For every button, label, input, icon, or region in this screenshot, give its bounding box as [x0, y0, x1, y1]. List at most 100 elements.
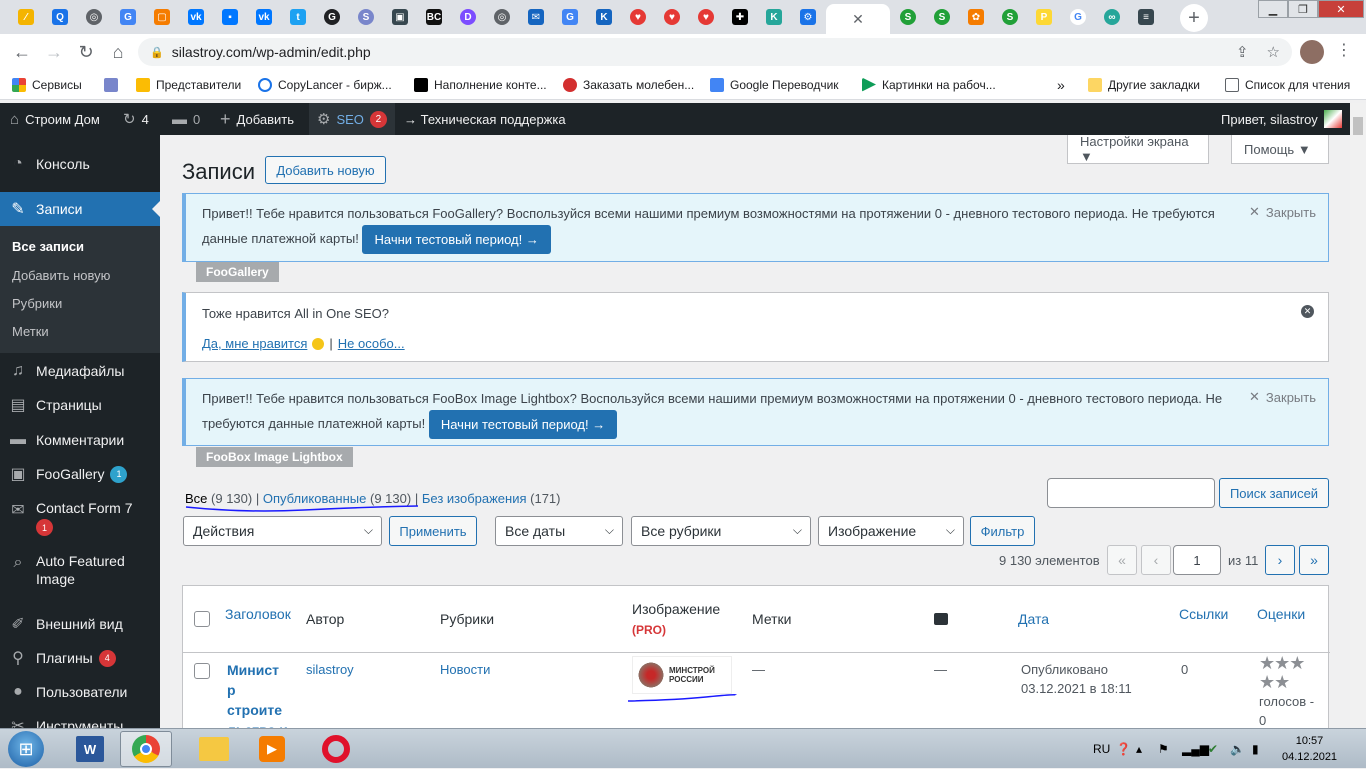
yes-link[interactable]: Да, мне нравится: [202, 332, 307, 355]
volume-icon[interactable]: 🔈: [1230, 729, 1245, 769]
tray-flag-icon[interactable]: ⚑: [1158, 729, 1169, 769]
forward-button[interactable]: →: [42, 40, 66, 64]
menu-foogallery[interactable]: ▣ FooGallery 1: [0, 457, 160, 491]
battery-icon[interactable]: ▮: [1252, 729, 1259, 769]
tab[interactable]: ♥: [690, 4, 722, 30]
tab[interactable]: ◎: [78, 4, 110, 30]
prev-page-button[interactable]: ‹: [1141, 545, 1171, 575]
post-author-link[interactable]: silastroy: [306, 660, 354, 679]
account-menu[interactable]: Привет, silastroy: [1221, 103, 1342, 135]
first-page-button[interactable]: «: [1107, 545, 1137, 575]
bookmark-item[interactable]: Наполнение конте...: [414, 77, 547, 92]
reload-button[interactable]: ↻: [74, 40, 98, 64]
row-checkbox[interactable]: [194, 663, 210, 679]
trial-button[interactable]: Начни тестовый период! →: [428, 410, 618, 439]
page-scrollbar[interactable]: [1350, 103, 1366, 728]
tab[interactable]: ▣: [384, 4, 416, 30]
menu-contact-form[interactable]: ✉ Contact Form 7 1: [0, 491, 160, 541]
search-posts-input[interactable]: [1047, 478, 1215, 508]
menu-media[interactable]: ♫ Медиафайлы: [0, 354, 160, 388]
share-icon[interactable]: ⇪: [1236, 43, 1249, 61]
minimize-button[interactable]: ▁: [1258, 0, 1288, 18]
tab[interactable]: Q: [44, 4, 76, 30]
search-posts-button[interactable]: Поиск записей: [1219, 478, 1329, 508]
chevron-up-icon[interactable]: ▴: [1136, 729, 1142, 769]
column-title[interactable]: Заголовок: [225, 586, 291, 642]
bookmark-item[interactable]: [104, 77, 118, 92]
filter-button[interactable]: Фильтр: [970, 516, 1035, 546]
view-no-image[interactable]: Без изображения (171): [422, 491, 561, 506]
menu-posts[interactable]: ✎ Записи: [0, 192, 160, 226]
tab[interactable]: G: [316, 4, 348, 30]
tab[interactable]: K: [758, 4, 790, 30]
tab[interactable]: S: [926, 4, 958, 30]
tab-close-icon[interactable]: ✕: [852, 11, 864, 28]
date-filter-select[interactable]: Все даты ⌵: [495, 516, 623, 546]
post-title-link[interactable]: Минист р строите льства и: [227, 660, 288, 728]
close-icon[interactable]: ✕: [1301, 305, 1314, 318]
home-button[interactable]: ⌂: [106, 40, 130, 64]
bookmark-item[interactable]: Заказать молебен...: [563, 77, 694, 92]
tab[interactable]: ♥: [656, 4, 688, 30]
menu-auto-featured-image[interactable]: ⌕ Auto Featured Image: [0, 548, 160, 592]
tab[interactable]: t: [282, 4, 314, 30]
tab[interactable]: ✉: [520, 4, 552, 30]
language-indicator[interactable]: RU: [1093, 729, 1110, 769]
system-clock[interactable]: 10:57 04.12.2021: [1282, 733, 1337, 765]
tab[interactable]: ✿: [960, 4, 992, 30]
tab[interactable]: D: [452, 4, 484, 30]
dismiss-button[interactable]: ✕ Закрыть: [1249, 204, 1316, 220]
add-new-link[interactable]: + Добавить: [220, 103, 294, 135]
submenu-all-posts[interactable]: Все записи: [12, 239, 84, 254]
back-button[interactable]: ←: [10, 40, 34, 64]
other-bookmarks[interactable]: Другие закладки: [1088, 77, 1200, 92]
bookmark-item[interactable]: Картинки на рабоч...: [862, 77, 996, 92]
new-tab-button[interactable]: +: [1180, 4, 1208, 32]
tab[interactable]: ⁄: [10, 4, 42, 30]
column-date[interactable]: Дата: [1018, 586, 1049, 652]
bookmark-item[interactable]: Google Переводчик: [710, 77, 839, 92]
tab[interactable]: K: [588, 4, 620, 30]
updates-link[interactable]: ↻ 4: [123, 103, 149, 135]
security-icon[interactable]: ✔: [1208, 729, 1218, 769]
category-filter-select[interactable]: Все рубрики ⌵: [631, 516, 811, 546]
help-button[interactable]: Помощь ▼: [1231, 135, 1329, 164]
tab[interactable]: G: [112, 4, 144, 30]
screen-options-button[interactable]: Настройки экрана ▼: [1067, 135, 1209, 164]
tab[interactable]: ♥: [622, 4, 654, 30]
menu-tools[interactable]: ✂ Инструменты: [0, 709, 160, 728]
profile-avatar[interactable]: [1300, 40, 1324, 64]
tab[interactable]: ≡: [1130, 4, 1162, 30]
tab[interactable]: G: [554, 4, 586, 30]
no-link[interactable]: Не особо...: [338, 332, 405, 355]
more-bookmarks-button[interactable]: »: [1057, 77, 1065, 93]
tab[interactable]: vk: [180, 4, 212, 30]
tab[interactable]: S: [350, 4, 382, 30]
apply-button[interactable]: Применить: [389, 516, 477, 546]
add-new-post-button[interactable]: Добавить новую: [265, 156, 386, 184]
trial-button[interactable]: Начни тестовый период! →: [362, 225, 551, 254]
menu-appearance[interactable]: ✐ Внешний вид: [0, 607, 160, 641]
comments-link[interactable]: ▬ 0: [172, 103, 200, 135]
tab[interactable]: G: [1062, 4, 1094, 30]
scrollbar-thumb[interactable]: [1353, 117, 1363, 135]
menu-comments[interactable]: ▬ Комментарии: [0, 423, 160, 457]
menu-dashboard[interactable]: ◔ Консоль: [0, 147, 160, 181]
tab[interactable]: S: [892, 4, 924, 30]
post-category-link[interactable]: Новости: [440, 660, 490, 679]
taskbar-explorer[interactable]: [188, 731, 240, 767]
start-button[interactable]: ⊞: [8, 731, 44, 767]
taskbar-chrome[interactable]: [120, 731, 172, 767]
menu-pages[interactable]: ▤ Страницы: [0, 388, 160, 422]
tab[interactable]: ⚙: [792, 4, 824, 30]
tab[interactable]: ▪: [214, 4, 246, 30]
seo-menu[interactable]: ⚙ SEO 2: [309, 103, 395, 135]
menu-plugins[interactable]: ⚲ Плагины 4: [0, 641, 160, 675]
support-link[interactable]: → Техническая поддержка: [404, 103, 566, 135]
select-all-checkbox[interactable]: [194, 611, 210, 627]
last-page-button[interactable]: »: [1299, 545, 1329, 575]
taskbar-word[interactable]: W: [64, 731, 116, 767]
bookmark-item[interactable]: Представители: [136, 77, 241, 92]
submenu-tags[interactable]: Метки: [12, 324, 49, 339]
taskbar-opera[interactable]: [310, 731, 362, 767]
